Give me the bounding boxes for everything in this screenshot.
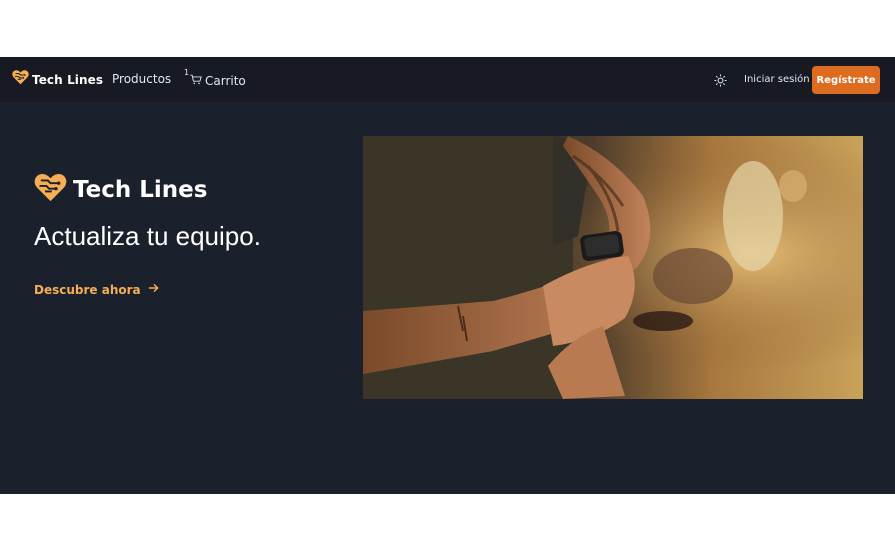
brand-link[interactable]: Tech Lines xyxy=(12,70,103,89)
nav-link-productos[interactable]: Productos xyxy=(112,72,171,86)
cart-icon xyxy=(190,74,202,88)
cta-label: Descubre ahora xyxy=(34,282,141,297)
discover-now-link[interactable]: Descubre ahora xyxy=(34,282,159,297)
heart-circuit-logo-icon xyxy=(34,173,67,207)
signup-button[interactable]: Regístrate xyxy=(812,66,880,94)
login-link[interactable]: Iniciar sesión xyxy=(744,74,810,85)
heart-circuit-logo-icon xyxy=(12,70,29,89)
hero-tagline: Actualiza tu equipo. xyxy=(34,221,261,251)
cart-label: Carrito xyxy=(205,74,246,88)
cart-link[interactable]: 1 Carrito xyxy=(184,68,246,88)
hero-brand-name: Tech Lines xyxy=(73,177,208,203)
navbar: Tech Lines Productos 1 Carrito Iniciar s… xyxy=(0,57,895,102)
brand-name: Tech Lines xyxy=(32,72,104,87)
arrow-right-icon xyxy=(148,282,159,297)
cart-count-badge: 1 xyxy=(184,68,190,77)
app-container: Tech Lines Productos 1 Carrito Iniciar s… xyxy=(0,57,895,494)
hero-brand: Tech Lines xyxy=(34,173,207,207)
hero-smartwatch-image xyxy=(363,136,863,399)
sun-icon[interactable] xyxy=(714,72,727,91)
